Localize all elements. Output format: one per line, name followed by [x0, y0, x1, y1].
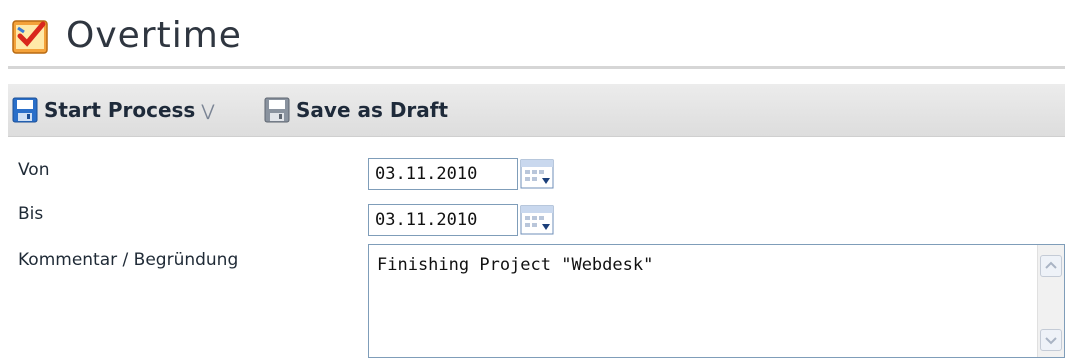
start-process-button[interactable]: Start Process ⋁	[12, 94, 214, 126]
from-date-input[interactable]: 03.11.2010	[368, 158, 518, 190]
scroll-down-button[interactable]	[1040, 329, 1062, 351]
chevron-down-icon	[1045, 337, 1057, 345]
calendar-icon[interactable]	[520, 159, 554, 189]
page-title: Overtime	[66, 15, 242, 56]
save-as-draft-button[interactable]: Save as Draft	[264, 94, 448, 126]
comment-label: Kommentar / Begründung	[18, 250, 239, 270]
comment-textarea[interactable]: Finishing Project "Webdesk"	[368, 244, 1065, 358]
double-chevron-down-icon[interactable]: ⋁	[201, 101, 214, 120]
save-as-draft-label: Save as Draft	[296, 98, 449, 122]
toolbar: Start Process ⋁ Save as Draft	[8, 84, 1065, 137]
calendar-icon[interactable]	[520, 205, 554, 235]
header-divider	[8, 66, 1065, 69]
from-label: Von	[18, 160, 50, 180]
save-disk-gray-icon	[264, 97, 290, 123]
comment-text: Finishing Project "Webdesk"	[377, 255, 654, 275]
start-process-label: Start Process	[44, 98, 196, 122]
comment-scrollbar[interactable]	[1037, 245, 1064, 357]
overtime-form-icon	[12, 20, 48, 54]
save-disk-icon	[12, 97, 38, 123]
to-date-input[interactable]: 03.11.2010	[368, 204, 518, 236]
chevron-up-icon	[1045, 261, 1057, 269]
page-header: Overtime	[0, 0, 1065, 64]
to-label: Bis	[18, 204, 44, 224]
scroll-up-button[interactable]	[1040, 255, 1062, 277]
